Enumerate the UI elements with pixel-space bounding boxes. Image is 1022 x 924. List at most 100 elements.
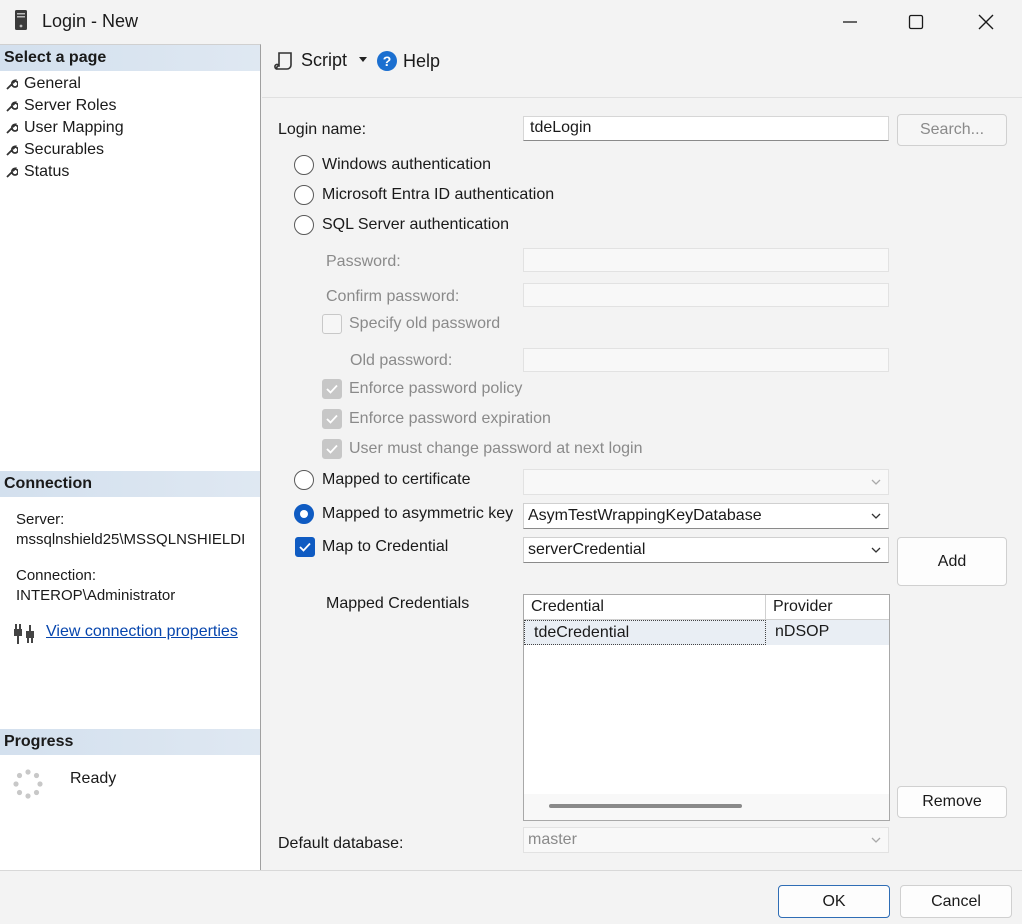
sql-auth-label: SQL Server authentication xyxy=(322,216,510,233)
page-item-user-mapping[interactable]: User Mapping xyxy=(6,117,124,139)
wrench-icon xyxy=(6,145,18,156)
caret-down-icon xyxy=(359,57,367,62)
select-page-header: Select a page xyxy=(0,45,260,71)
minimize-button[interactable] xyxy=(818,0,882,44)
map-credential-checkbox[interactable] xyxy=(295,537,315,557)
server-value: mssqlnshield25\MSSQLNSHIELDI xyxy=(16,531,246,548)
checkmark-icon xyxy=(299,542,311,552)
credential-combo-value: serverCredential xyxy=(528,541,646,558)
windows-auth-radio[interactable] xyxy=(294,155,314,175)
mapped-credentials-label: Mapped Credentials xyxy=(326,595,470,612)
page-item-general[interactable]: General xyxy=(6,73,81,95)
left-panel: Select a page General Server Roles User … xyxy=(0,44,261,870)
mapped-credentials-grid[interactable]: Credential Provider tdeCredential nDSOP xyxy=(523,594,890,821)
checkmark-icon xyxy=(326,414,338,424)
default-database-combo[interactable]: master xyxy=(523,827,889,853)
must-change-checkbox[interactable] xyxy=(322,439,342,459)
grid-cell-credential[interactable]: tdeCredential xyxy=(524,620,766,645)
progress-header: Progress xyxy=(0,729,260,755)
old-password-label: Old password: xyxy=(350,352,453,369)
close-button[interactable] xyxy=(954,0,1018,44)
password-input[interactable] xyxy=(523,248,889,272)
window-title: Login - New xyxy=(42,11,139,31)
must-change-label: User must change password at next login xyxy=(349,440,643,457)
grid-header-credential[interactable]: Credential xyxy=(524,595,766,620)
entra-auth-label: Microsoft Entra ID authentication xyxy=(322,186,555,203)
page-item-label: General xyxy=(24,75,81,92)
credential-combo[interactable]: serverCredential xyxy=(523,537,889,563)
specify-old-password-checkbox[interactable] xyxy=(322,314,342,334)
chevron-down-icon xyxy=(871,479,881,485)
confirm-password-input[interactable] xyxy=(523,283,889,307)
sql-auth-radio[interactable] xyxy=(294,215,314,235)
add-button[interactable]: Add xyxy=(897,537,1007,586)
windows-auth-label: Windows authentication xyxy=(322,156,491,173)
checkmark-icon xyxy=(326,384,338,394)
certificate-combo[interactable] xyxy=(523,469,889,495)
wrench-icon xyxy=(6,167,18,178)
maximize-button[interactable] xyxy=(884,0,948,44)
specify-old-password-label: Specify old password xyxy=(349,315,501,332)
connection-label: Connection: xyxy=(16,567,97,584)
page-item-label: Server Roles xyxy=(24,97,117,114)
progress-spinner-icon xyxy=(13,769,43,799)
asym-key-combo[interactable]: AsymTestWrappingKeyDatabase xyxy=(523,503,889,529)
mapped-asym-key-label: Mapped to asymmetric key xyxy=(322,505,514,522)
script-dropdown-button[interactable] xyxy=(358,54,368,64)
default-database-label: Default database: xyxy=(278,835,404,852)
page-item-label: Status xyxy=(24,163,70,180)
ok-button[interactable]: OK xyxy=(778,885,890,918)
view-connection-properties-link[interactable]: View connection properties xyxy=(46,623,238,641)
enforce-policy-checkbox[interactable] xyxy=(322,379,342,399)
map-credential-label: Map to Credential xyxy=(322,538,449,555)
maximize-icon xyxy=(908,14,924,30)
connection-value: INTEROP\Administrator xyxy=(16,587,176,604)
table-row[interactable]: tdeCredential nDSOP xyxy=(524,620,889,645)
entra-auth-radio[interactable] xyxy=(294,185,314,205)
page-item-label: Securables xyxy=(24,141,105,158)
connection-properties-icon xyxy=(14,624,34,644)
default-database-value: master xyxy=(528,831,577,848)
grid-cell-provider[interactable]: nDSOP xyxy=(766,620,889,645)
page-item-label: User Mapping xyxy=(24,119,124,136)
old-password-input[interactable] xyxy=(523,348,889,372)
help-button[interactable]: ? Help xyxy=(376,50,440,72)
scrollbar-thumb[interactable] xyxy=(549,804,742,808)
wrench-icon xyxy=(6,101,18,112)
wrench-icon xyxy=(6,79,18,90)
mapped-certificate-radio[interactable] xyxy=(294,470,314,490)
search-button[interactable]: Search... xyxy=(897,114,1007,146)
enforce-expiration-checkbox[interactable] xyxy=(322,409,342,429)
close-icon xyxy=(978,14,994,30)
server-label: Server: xyxy=(16,511,65,528)
minimize-icon xyxy=(843,21,857,23)
asym-key-combo-value: AsymTestWrappingKeyDatabase xyxy=(528,507,762,524)
password-label: Password: xyxy=(326,253,401,270)
mapped-asym-key-radio[interactable] xyxy=(294,504,314,524)
confirm-password-label: Confirm password: xyxy=(326,288,460,305)
page-item-securables[interactable]: Securables xyxy=(6,139,104,161)
toolbar: Script ? Help xyxy=(262,44,1022,78)
grid-header-provider[interactable]: Provider xyxy=(766,595,889,620)
progress-status: Ready xyxy=(70,770,117,787)
login-name-input[interactable]: tdeLogin xyxy=(523,116,889,141)
script-button[interactable]: Script xyxy=(274,50,347,71)
server-icon xyxy=(15,10,27,30)
page-item-status[interactable]: Status xyxy=(6,161,69,183)
enforce-expiration-label: Enforce password expiration xyxy=(349,410,551,427)
script-label: Script xyxy=(301,50,348,70)
wrench-icon xyxy=(6,123,18,134)
chevron-down-icon xyxy=(871,837,881,843)
chevron-down-icon xyxy=(871,547,881,553)
chevron-down-icon xyxy=(871,513,881,519)
login-name-label: Login name: xyxy=(278,121,367,138)
mapped-certificate-label: Mapped to certificate xyxy=(322,471,471,488)
grid-horizontal-scrollbar[interactable] xyxy=(524,794,889,820)
cancel-button[interactable]: Cancel xyxy=(900,885,1012,918)
svg-text:?: ? xyxy=(383,53,392,69)
toolbar-separator xyxy=(262,97,1022,98)
remove-button[interactable]: Remove xyxy=(897,786,1007,818)
help-label: Help xyxy=(403,50,441,71)
page-item-server-roles[interactable]: Server Roles xyxy=(6,95,116,117)
help-icon: ? xyxy=(377,51,397,71)
